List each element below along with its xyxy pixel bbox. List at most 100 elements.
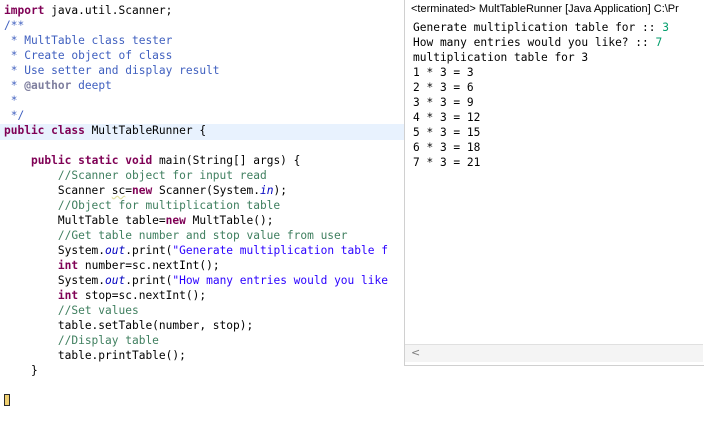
- console-line-token: 3 * 3 = 9: [413, 96, 474, 109]
- console-line-token: 7: [655, 36, 663, 49]
- console-line-token: 6 * 3 = 18: [413, 141, 481, 154]
- code-line-token: main(String[] args) {: [152, 154, 301, 167]
- code-line: table.setTable(number, stop);: [4, 318, 253, 333]
- warning-marker-icon[interactable]: [4, 394, 10, 406]
- code-line-token: MultTable table=: [4, 214, 166, 227]
- code-line-token: [4, 259, 58, 272]
- code-line-token: //Scanner object for input read: [4, 169, 267, 182]
- code-line: *: [4, 93, 18, 108]
- code-line: //Object for multiplication table: [4, 198, 280, 213]
- code-line: public class MultTableRunner {: [4, 123, 206, 138]
- code-line-token: * Use setter and display result: [4, 64, 220, 77]
- code-line-token: */: [4, 109, 25, 122]
- code-line: System.out.print("Generate multiplicatio…: [4, 243, 388, 258]
- code-line-token: @author: [24, 79, 72, 92]
- code-line-token: in: [260, 184, 274, 197]
- code-line-token: System.: [4, 244, 106, 257]
- code-line-token: Scanner(System.: [152, 184, 261, 197]
- code-line-token: *: [4, 79, 25, 92]
- code-line-token: number=sc.nextInt();: [78, 259, 220, 272]
- code-line-token: //Set values: [4, 304, 139, 317]
- console-line-token: 1 * 3 = 3: [413, 66, 474, 79]
- console-line-token: multiplication table for 3: [413, 51, 589, 64]
- code-line-token: /**: [4, 19, 25, 32]
- console-line: Generate multiplication table for :: 3: [413, 20, 669, 35]
- code-line-token: =: [125, 184, 133, 197]
- code-line: MultTable table=new MultTable();: [4, 213, 274, 228]
- code-line: */: [4, 108, 24, 123]
- code-line: int stop=sc.nextInt();: [4, 288, 206, 303]
- scroll-left-icon[interactable]: <: [411, 346, 420, 359]
- code-line: System.out.print("How many entries would…: [4, 273, 388, 288]
- console-line: 3 * 3 = 9: [413, 95, 474, 110]
- code-line: * Create object of class: [4, 48, 173, 63]
- console-line-token: Generate multiplication table for ::: [413, 21, 663, 34]
- code-line-token: * Create object of class: [4, 49, 173, 62]
- console-view[interactable]: <terminated> MultTableRunner [Java Appli…: [404, 0, 704, 366]
- console-line: 7 * 3 = 21: [413, 155, 480, 170]
- code-line-token: public class: [4, 124, 85, 137]
- code-line: * MultTable class tester: [4, 33, 173, 48]
- code-line-token: stop=sc.nextInt();: [78, 289, 207, 302]
- console-line: 1 * 3 = 3: [413, 65, 474, 80]
- code-line-token: .print(: [125, 274, 173, 287]
- code-line: import java.util.Scanner;: [4, 3, 172, 18]
- console-line-token: 3: [662, 21, 669, 34]
- code-line: Scanner sc=new Scanner(System.in);: [4, 183, 287, 198]
- code-line-token: MultTableRunner {: [84, 124, 207, 137]
- console-line: 2 * 3 = 6: [413, 80, 474, 95]
- code-line: * Use setter and display result: [4, 63, 220, 78]
- code-line-token: * MultTable class tester: [4, 34, 173, 47]
- code-line-token: int: [57, 259, 79, 272]
- code-line: public static void main(String[] args) {: [4, 153, 300, 168]
- code-line-token: java.util.Scanner;: [44, 4, 173, 17]
- code-line-token: [4, 154, 31, 167]
- code-line-token: "How many entries would you like: [172, 274, 388, 287]
- code-line-token: *: [4, 94, 18, 107]
- code-line-token: new: [132, 184, 153, 197]
- console-line-token: 2 * 3 = 6: [413, 81, 474, 94]
- code-line: }: [4, 363, 38, 378]
- code-line: //Scanner object for input read: [4, 168, 267, 183]
- code-line-token: public static void: [30, 154, 153, 167]
- code-line: //Set values: [4, 303, 139, 318]
- code-line-token: import: [4, 4, 45, 17]
- code-line-token: sc: [111, 184, 126, 197]
- code-line-token: //Display table: [4, 334, 159, 347]
- code-line: //Display table: [4, 333, 159, 348]
- console-line: 5 * 3 = 15: [413, 125, 480, 140]
- code-line-token: "Generate multiplication table f: [172, 244, 388, 257]
- code-line-token: deept: [71, 79, 112, 92]
- code-line-token: [4, 289, 58, 302]
- code-line-token: MultTable();: [185, 214, 274, 227]
- code-line-token: Scanner: [4, 184, 112, 197]
- code-line-token: int: [57, 289, 79, 302]
- code-line-token: .print(: [125, 244, 173, 257]
- console-line: multiplication table for 3: [413, 50, 588, 65]
- console-line-token: How many entries would you like? ::: [413, 36, 656, 49]
- code-editor[interactable]: import java.util.Scanner;/** * MultTable…: [0, 0, 404, 436]
- console-line: 6 * 3 = 18: [413, 140, 480, 155]
- code-line-token: System.: [4, 274, 106, 287]
- code-line-token: new: [165, 214, 186, 227]
- code-line-token: out: [105, 274, 126, 287]
- code-line-token: table.printTable();: [4, 349, 186, 362]
- code-line-token: );: [273, 184, 287, 197]
- code-line: * @author deept: [4, 78, 112, 93]
- code-line-token: table.setTable(number, stop);: [4, 319, 254, 332]
- code-line: table.printTable();: [4, 348, 186, 363]
- console-line-token: 5 * 3 = 15: [413, 126, 481, 139]
- horizontal-scrollbar[interactable]: <: [405, 344, 703, 362]
- code-line-token: //Object for multiplication table: [4, 199, 281, 212]
- console-line: 4 * 3 = 12: [413, 110, 480, 125]
- console-line-token: 7 * 3 = 21: [413, 156, 481, 169]
- console-line: How many entries would you like? :: 7: [413, 35, 662, 50]
- console-line-token: 4 * 3 = 12: [413, 111, 481, 124]
- console-header: <terminated> MultTableRunner [Java Appli…: [411, 3, 679, 15]
- code-line-token: //Get table number and stop value from u…: [4, 229, 348, 242]
- code-line-token: out: [105, 244, 126, 257]
- code-line: int number=sc.nextInt();: [4, 258, 220, 273]
- code-line-token: }: [4, 364, 38, 377]
- code-line: //Get table number and stop value from u…: [4, 228, 348, 243]
- code-line: /**: [4, 18, 24, 33]
